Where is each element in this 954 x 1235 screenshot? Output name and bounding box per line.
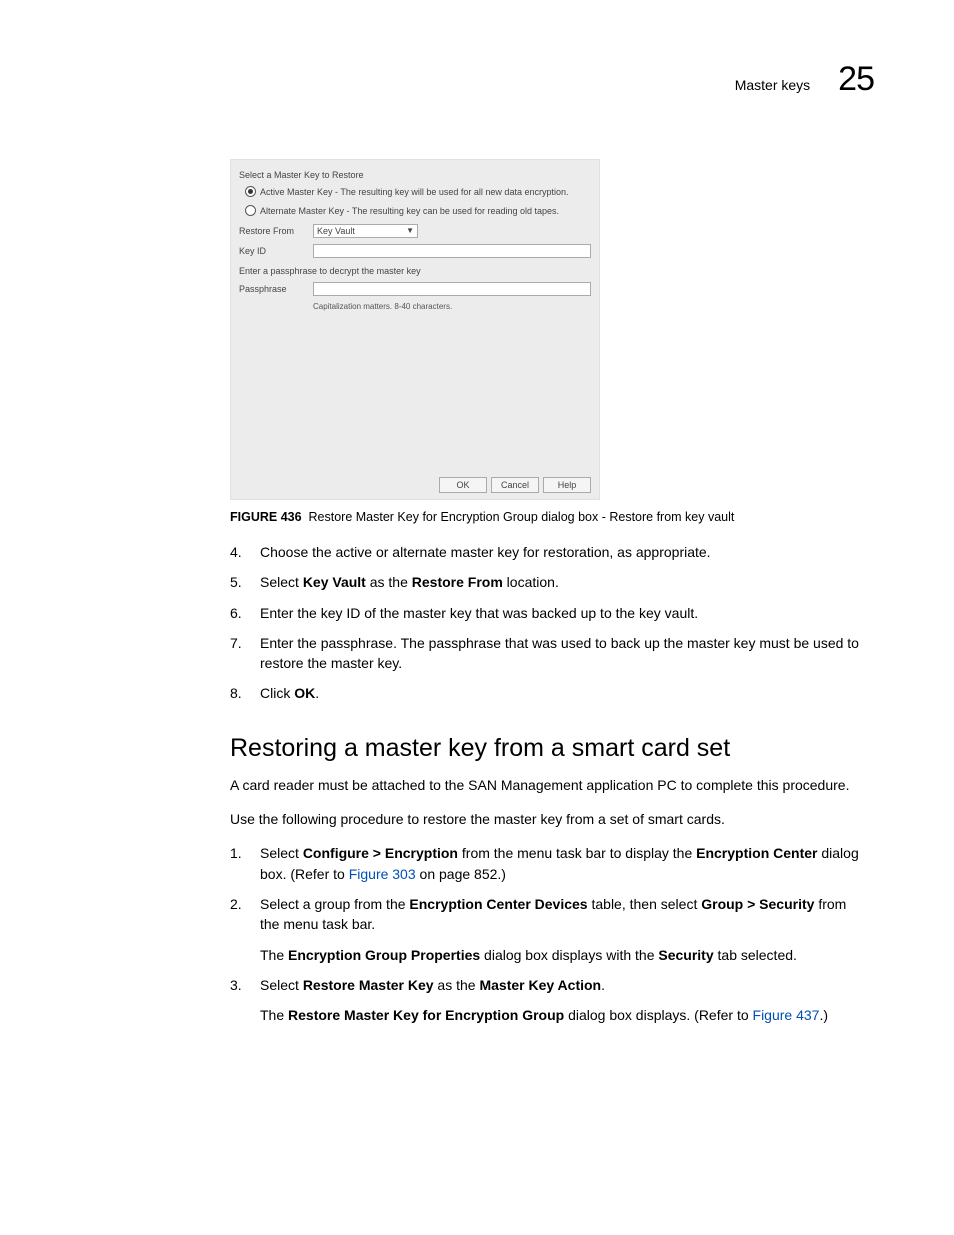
ok-button[interactable]: OK	[439, 477, 487, 493]
key-id-label: Key ID	[239, 246, 307, 256]
step-number: 6.	[230, 603, 248, 623]
step-text: Select Configure > Encryption from the m…	[260, 843, 864, 884]
header-label: Master keys	[735, 77, 810, 93]
step-3: 3. Select Restore Master Key as the Mast…	[230, 975, 864, 1026]
step-number: 5.	[230, 572, 248, 592]
step-text: Select Key Vault as the Restore From loc…	[260, 572, 864, 592]
radio-alternate-master-key[interactable]: Alternate Master Key - The resulting key…	[245, 205, 591, 216]
content-area: Select a Master Key to Restore Active Ma…	[230, 159, 864, 1025]
step-5: 5. Select Key Vault as the Restore From …	[230, 572, 864, 592]
restore-master-key-dialog: Select a Master Key to Restore Active Ma…	[230, 159, 600, 500]
restore-from-row: Restore From Key Vault ▼	[239, 224, 591, 238]
section-heading: Restoring a master key from a smart card…	[230, 734, 864, 763]
step-number: 1.	[230, 843, 248, 884]
figure-303-link[interactable]: Figure 303	[349, 866, 416, 882]
step-text: Choose the active or alternate master ke…	[260, 542, 864, 562]
restore-from-label: Restore From	[239, 226, 307, 236]
restore-from-select[interactable]: Key Vault ▼	[313, 224, 418, 238]
step-number: 7.	[230, 633, 248, 674]
dialog-button-bar: OK Cancel Help	[239, 477, 591, 493]
dialog-spacer	[239, 311, 591, 471]
steps-list-b: 1. Select Configure > Encryption from th…	[230, 843, 864, 1025]
cancel-button[interactable]: Cancel	[491, 477, 539, 493]
section-para-1: A card reader must be attached to the SA…	[230, 775, 864, 795]
radio-icon	[245, 186, 256, 197]
step-6: 6. Enter the key ID of the master key th…	[230, 603, 864, 623]
step-4: 4. Choose the active or alternate master…	[230, 542, 864, 562]
step-2: 2. Select a group from the Encryption Ce…	[230, 894, 864, 965]
step-number: 3.	[230, 975, 248, 1026]
step-number: 2.	[230, 894, 248, 965]
radio-active-master-key[interactable]: Active Master Key - The resulting key wi…	[245, 186, 591, 197]
page: Master keys 25 Select a Master Key to Re…	[0, 0, 954, 1235]
figure-437-link[interactable]: Figure 437	[753, 1007, 820, 1023]
passphrase-label: Passphrase	[239, 284, 307, 294]
page-header: Master keys 25	[80, 60, 874, 99]
step-1: 1. Select Configure > Encryption from th…	[230, 843, 864, 884]
chevron-down-icon: ▼	[406, 227, 414, 235]
chapter-number: 25	[838, 60, 874, 99]
radio-label: Alternate Master Key - The resulting key…	[260, 206, 559, 216]
passphrase-prompt: Enter a passphrase to decrypt the master…	[239, 266, 591, 276]
step-2-sub: The Encryption Group Properties dialog b…	[260, 945, 864, 965]
key-id-input[interactable]	[313, 244, 591, 258]
step-number: 4.	[230, 542, 248, 562]
key-id-row: Key ID	[239, 244, 591, 258]
figure-text: Restore Master Key for Encryption Group …	[309, 510, 735, 524]
section-para-2: Use the following procedure to restore t…	[230, 809, 864, 829]
select-value: Key Vault	[317, 226, 355, 236]
step-text: Enter the passphrase. The passphrase tha…	[260, 633, 864, 674]
dialog-title: Select a Master Key to Restore	[239, 170, 591, 180]
steps-list-a: 4. Choose the active or alternate master…	[230, 542, 864, 704]
passphrase-row: Passphrase	[239, 282, 591, 296]
step-text: Select a group from the Encryption Cente…	[260, 894, 864, 965]
figure-label: FIGURE 436	[230, 510, 302, 524]
step-text: Enter the key ID of the master key that …	[260, 603, 864, 623]
passphrase-input[interactable]	[313, 282, 591, 296]
step-3-sub: The Restore Master Key for Encryption Gr…	[260, 1005, 864, 1025]
passphrase-hint: Capitalization matters. 8-40 characters.	[313, 302, 591, 311]
step-text: Click OK.	[260, 683, 864, 703]
figure-caption: FIGURE 436 Restore Master Key for Encryp…	[230, 510, 864, 524]
radio-label: Active Master Key - The resulting key wi…	[260, 187, 568, 197]
step-number: 8.	[230, 683, 248, 703]
radio-icon	[245, 205, 256, 216]
step-7: 7. Enter the passphrase. The passphrase …	[230, 633, 864, 674]
step-text: Select Restore Master Key as the Master …	[260, 975, 864, 1026]
step-8: 8. Click OK.	[230, 683, 864, 703]
help-button[interactable]: Help	[543, 477, 591, 493]
